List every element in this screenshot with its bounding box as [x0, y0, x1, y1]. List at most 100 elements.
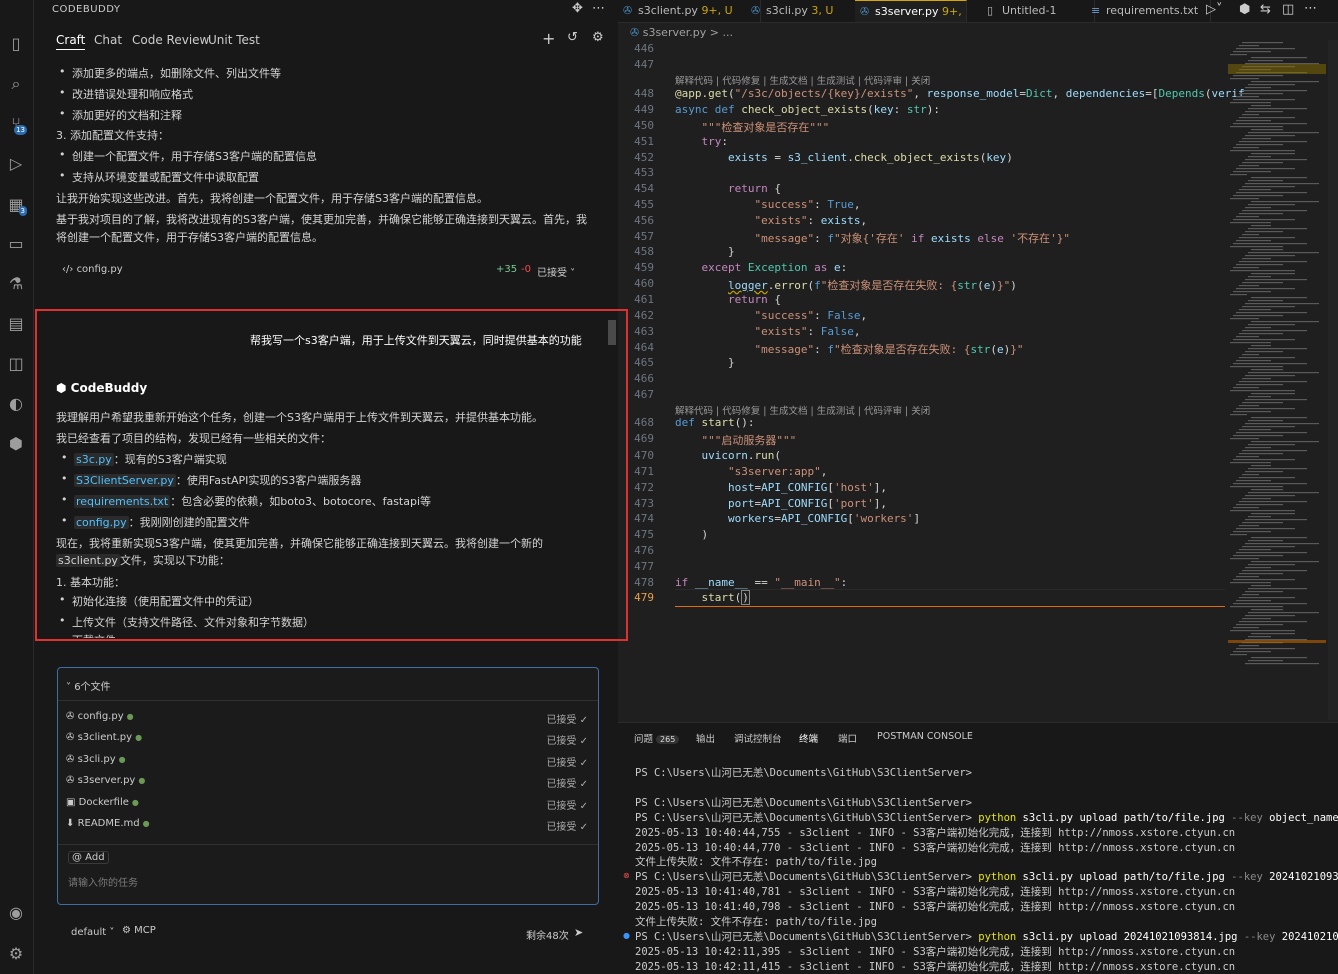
docker-file-icon: ▣ — [66, 797, 76, 808]
changed-file-row[interactable]: ✇ s3server.py ● — [66, 775, 145, 786]
activity-bar: ▯ ⌕ ⑂ 13 ▷ ▦ 3 ▭ ⚗ ▤ ◫ ◐ ⬢ ◉ ⚙ — [0, 0, 34, 974]
line-number: 476 — [634, 544, 654, 557]
tab-s3client[interactable]: ✇ s3client.py 9+, U — [618, 0, 761, 22]
highlight-box — [35, 309, 628, 641]
tab-terminal[interactable]: 终端 — [799, 731, 819, 749]
divider — [58, 700, 598, 701]
line-number: 478 — [634, 576, 654, 589]
tab-ports[interactable]: 端口 — [838, 731, 857, 745]
tab-requirements[interactable]: ≡ requirements.txt — [1086, 0, 1211, 22]
code-icon: ‹/› — [62, 264, 74, 275]
tab-postman-console[interactable]: POSTMAN CONSOLE — [877, 731, 973, 742]
compare-icon[interactable]: ⇆ — [1260, 2, 1271, 17]
info-mark-icon: ● — [623, 931, 630, 940]
file-change-link[interactable]: ‹/› config.py — [62, 264, 123, 275]
explorer-icon[interactable]: ▯ — [5, 33, 27, 55]
tab-craft[interactable]: Craft — [56, 33, 86, 50]
changed-file-row[interactable]: ✇ s3cli.py ● — [66, 754, 126, 765]
tab-problems[interactable]: 问题 265 — [634, 731, 680, 745]
mcp-button[interactable]: ⚙ MCP — [122, 925, 156, 936]
line-number: 462 — [634, 309, 654, 322]
minimap[interactable] — [1228, 40, 1326, 670]
codebuddy-tab-icon[interactable]: ⬢ — [1239, 2, 1250, 17]
panel-tabs: 问题 265 输出 调试控制台 终端 端口 POSTMAN CONSOLE — [618, 722, 1338, 749]
send-icon[interactable]: ➤ — [574, 926, 583, 939]
codebuddy-icon[interactable]: ◐ — [5, 393, 27, 415]
chat-text: 支持从环境变量或配置文件中读取配置 — [59, 169, 259, 185]
tab-chat[interactable]: Chat — [94, 33, 122, 47]
run-debug-icon[interactable]: ▷ — [5, 153, 27, 175]
line-number: 475 — [634, 528, 654, 541]
line-number: 456 — [634, 214, 654, 227]
files-panel: ˅ 6个文件 ✇ config.py ● 已接受 ✓ ✇ s3client.py ●… — [57, 667, 599, 905]
line-number: 464 — [634, 341, 654, 354]
line-number: 446 — [634, 42, 654, 55]
testing-icon[interactable]: ⚗ — [5, 273, 27, 295]
terminal-line: PS C:\Users\山河已无恙\Documents\GitHub\S3Cli… — [635, 812, 1338, 824]
more-icon[interactable]: ⋯ — [592, 1, 605, 16]
change-status[interactable]: 已接受 ˅ — [537, 264, 575, 279]
python-icon: ✇ — [66, 732, 75, 743]
code-lens[interactable]: 解释代码 | 代码修复 | 生成文档 | 生成测试 | 代码评审 | 关闭 — [675, 73, 930, 87]
file-status[interactable]: 已接受 ✓ — [546, 818, 588, 833]
tab-s3cli[interactable]: ✇ s3cli.py 3, U — [746, 0, 871, 22]
settings-icon[interactable]: ⚙ — [592, 30, 604, 45]
more-actions-icon[interactable]: ⋯ — [1304, 1, 1317, 16]
changed-file-row[interactable]: ✇ config.py ● — [66, 711, 134, 722]
file-status[interactable]: 已接受 ✓ — [546, 754, 588, 769]
breadcrumb[interactable]: ✇ s3server.py > ... — [630, 26, 733, 39]
split-editor-icon[interactable]: ◫ — [1282, 2, 1294, 17]
codebuddy-alt-icon[interactable]: ⬢ — [5, 433, 27, 455]
line-number: 473 — [634, 497, 654, 510]
line-number: 470 — [634, 449, 654, 462]
pin-icon[interactable]: ✥ — [572, 1, 583, 16]
editor-scrollbar[interactable] — [1328, 40, 1338, 720]
terminal[interactable]: PS C:\Users\山河已无恙\Documents\GitHub\S3Cli… — [618, 748, 1338, 974]
file-icon: ▯ — [987, 4, 994, 17]
terminal-line: PS C:\Users\山河已无恙\Documents\GitHub\S3Cli… — [635, 797, 972, 809]
file-status[interactable]: 已接受 ✓ — [546, 797, 588, 812]
office-icon[interactable]: ◫ — [5, 353, 27, 375]
account-icon[interactable]: ◉ — [5, 902, 27, 924]
tab-untitled[interactable]: ▯ Untitled-1 — [982, 0, 1095, 22]
settings-icon[interactable]: ⚙ — [5, 943, 27, 965]
line-number: 468 — [634, 416, 654, 429]
mode-select[interactable]: default ˅ — [71, 927, 114, 938]
file-status[interactable]: 已接受 ✓ — [546, 775, 588, 790]
search-icon[interactable]: ⌕ — [5, 73, 27, 95]
line-number: 450 — [634, 119, 654, 132]
file-status[interactable]: 已接受 ✓ — [546, 732, 588, 747]
code-lens[interactable]: 解释代码 | 代码修复 | 生成文档 | 生成测试 | 代码评审 | 关闭 — [675, 403, 930, 417]
editor-tabs: ✇ s3client.py 9+, U ✇ s3cli.py 3, U ✇ s3ser… — [618, 0, 1338, 23]
tab-output[interactable]: 输出 — [696, 731, 715, 745]
python-icon: ✇ — [860, 5, 870, 18]
files-panel-header[interactable]: ˅ 6个文件 — [66, 678, 111, 693]
add-icon[interactable]: + — [542, 29, 555, 48]
changed-file-row[interactable]: ⬇ README.md ● — [66, 818, 150, 829]
python-icon: ✇ — [66, 711, 75, 722]
line-number: 465 — [634, 356, 654, 369]
tab-code-review[interactable]: Code Review — [132, 33, 209, 47]
history-icon[interactable]: ↺ — [567, 30, 578, 45]
tab-s3server[interactable]: ✇s3server.py 9+, U — [855, 0, 967, 22]
source-control-icon[interactable]: ⑂ 13 — [5, 113, 27, 135]
line-number: 467 — [634, 388, 654, 401]
terminal-line: 2025-05-13 10:42:11,415 - s3client - INF… — [635, 961, 1236, 973]
tab-unit-test[interactable]: Unit Test — [208, 33, 260, 47]
changed-file-row[interactable]: ✇ s3client.py ● — [66, 732, 142, 743]
task-input[interactable]: 请输入你的任务 — [68, 874, 138, 889]
changed-file-row[interactable]: ▣ Dockerfile ● — [66, 797, 139, 808]
terminal-line: 2025-05-13 10:41:40,798 - s3client - INF… — [635, 901, 1236, 913]
chat-text: 让我开始实现这些改进。首先，我将创建一个配置文件，用于存储S3客户端的配置信息。 — [56, 192, 488, 205]
file-status[interactable]: 已接受 ✓ — [546, 711, 588, 726]
extensions-icon[interactable]: ▦ 3 — [5, 194, 27, 216]
run-icon[interactable]: ▷˅ — [1206, 2, 1223, 17]
line-number: 469 — [634, 432, 654, 445]
tab-debug-console[interactable]: 调试控制台 — [734, 731, 782, 745]
chat-text: 将创建一个配置文件，用于存储S3客户端的配置信息。 — [56, 231, 323, 244]
docker-icon[interactable]: ▤ — [5, 313, 27, 335]
line-number: 449 — [634, 103, 654, 116]
remote-explorer-icon[interactable]: ▭ — [5, 233, 27, 255]
add-context-button[interactable]: @ Add — [68, 851, 109, 864]
terminal-line: PS C:\Users\山河已无恙\Documents\GitHub\S3Cli… — [635, 767, 972, 779]
